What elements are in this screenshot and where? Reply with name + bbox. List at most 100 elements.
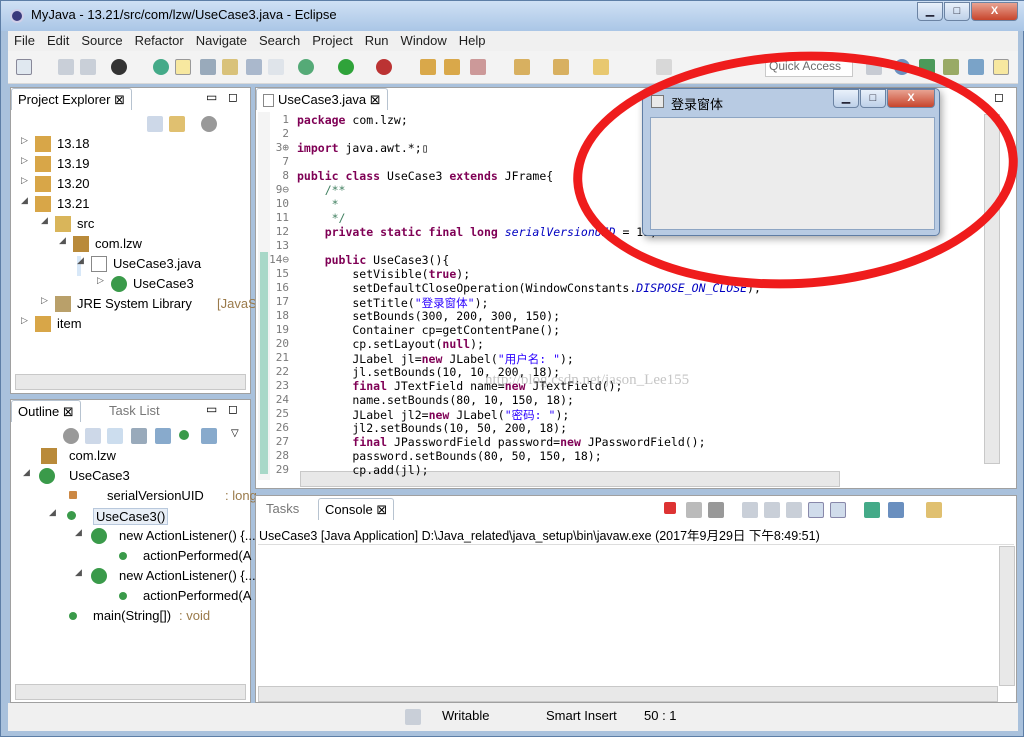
java-perspective-icon[interactable] xyxy=(993,59,1009,75)
code-line[interactable]: password.setBounds(80, 50, 150, 18); xyxy=(297,449,601,463)
code-line[interactable]: setDefaultCloseOperation(WindowConstants… xyxy=(297,281,761,295)
open-project-icon[interactable] xyxy=(420,59,436,75)
explorer-horizontal-scrollbar[interactable] xyxy=(15,374,246,390)
menu-search[interactable]: Search xyxy=(253,31,306,48)
hide-static-icon[interactable] xyxy=(155,428,171,444)
open-console-icon[interactable] xyxy=(926,502,942,518)
code-line[interactable]: cp.setLayout(null); xyxy=(297,337,484,351)
minimize-button[interactable]: ▁ xyxy=(917,2,943,21)
menu-refactor[interactable]: Refactor xyxy=(129,31,190,48)
sort-icon[interactable] xyxy=(107,428,123,444)
menu-run[interactable]: Run xyxy=(359,31,395,48)
next-edit-icon[interactable] xyxy=(514,59,530,75)
block-select-icon[interactable] xyxy=(246,59,262,75)
scroll-lock-icon[interactable] xyxy=(764,502,780,518)
remove-all-icon[interactable] xyxy=(708,502,724,518)
search-icon[interactable] xyxy=(470,59,486,75)
code-line[interactable]: cp.add(jl); xyxy=(297,463,428,477)
collapse-all-icon[interactable] xyxy=(147,116,163,132)
eclipse-icon xyxy=(10,9,24,23)
file-usecase3-java[interactable]: ◢ UseCase3.java xyxy=(77,256,201,276)
run-icon[interactable] xyxy=(338,59,354,75)
line-number: 13 xyxy=(275,239,289,252)
tab-tasks[interactable]: Tasks xyxy=(260,498,305,520)
hide-local-types-icon[interactable] xyxy=(201,428,217,444)
display-console-icon[interactable] xyxy=(888,502,904,518)
save-all-icon[interactable] xyxy=(80,59,96,75)
menu-source[interactable]: Source xyxy=(75,31,128,48)
line-number: 11 xyxy=(275,211,289,224)
collapse-all-icon[interactable] xyxy=(85,428,101,444)
external-tools-icon[interactable] xyxy=(376,59,392,75)
maximize-button[interactable]: □ xyxy=(944,2,970,21)
line-number: 26 xyxy=(275,421,289,434)
pin-icon[interactable] xyxy=(153,59,169,75)
minimize-view-icon[interactable]: ▭ xyxy=(206,402,217,416)
git-perspective-icon[interactable] xyxy=(943,59,959,75)
line-number: 3⊕ xyxy=(275,141,289,154)
outline-tool-icon[interactable] xyxy=(63,428,79,444)
code-line[interactable]: public UseCase3(){ xyxy=(297,253,450,267)
link-editor-icon[interactable] xyxy=(169,116,185,132)
menu-edit[interactable]: Edit xyxy=(41,31,75,48)
debug-icon[interactable] xyxy=(298,59,314,75)
code-line[interactable]: public class UseCase3 extends JFrame{ xyxy=(297,169,553,183)
toggle-mark-icon[interactable] xyxy=(175,59,191,75)
menu-window[interactable]: Window xyxy=(395,31,453,48)
prev-edit-icon[interactable] xyxy=(553,59,569,75)
code-line[interactable]: jl2.setBounds(10, 50, 200, 18); xyxy=(297,421,567,435)
tab-task-list[interactable]: Task List xyxy=(103,400,166,422)
terminate-icon[interactable] xyxy=(664,502,676,514)
menu-navigate[interactable]: Navigate xyxy=(190,31,253,48)
menu-file[interactable]: File xyxy=(8,31,41,48)
minimize-view-icon[interactable]: ▭ xyxy=(206,90,217,104)
code-line[interactable]: */ xyxy=(297,211,346,225)
console-horizontal-scrollbar[interactable] xyxy=(258,686,998,702)
open-type-icon[interactable] xyxy=(444,59,460,75)
console-vertical-scrollbar[interactable] xyxy=(999,546,1015,686)
remove-launch-icon[interactable] xyxy=(686,502,702,518)
clear-console-icon[interactable] xyxy=(742,502,758,518)
project-explorer-tab-label: Project Explorer xyxy=(18,92,111,107)
show-whitespace-icon[interactable] xyxy=(268,59,284,75)
tab-project-explorer[interactable]: Project Explorer ⊠ xyxy=(11,88,132,110)
team-perspective-icon[interactable] xyxy=(968,59,984,75)
menu-project[interactable]: Project xyxy=(306,31,358,48)
hide-nonpublic-icon[interactable] xyxy=(179,430,189,440)
view-menu-icon[interactable]: ▽ xyxy=(231,428,239,439)
tab-console[interactable]: Console ⊠ xyxy=(318,498,395,520)
tab-outline[interactable]: Outline ⊠ xyxy=(11,400,81,422)
maximize-view-icon[interactable]: ◻ xyxy=(228,402,238,416)
code-line[interactable]: final JPasswordField password=new JPassw… xyxy=(297,435,705,449)
back-icon[interactable] xyxy=(593,59,609,75)
maximize-editor-icon[interactable]: ◻ xyxy=(994,90,1004,104)
new-icon[interactable] xyxy=(16,59,32,75)
forward-icon[interactable] xyxy=(656,59,672,75)
outline-horizontal-scrollbar[interactable] xyxy=(15,684,246,700)
code-line[interactable]: package com.lzw; xyxy=(297,113,408,127)
profile-icon[interactable] xyxy=(111,59,127,75)
view-menu-icon[interactable] xyxy=(201,116,217,132)
hide-fields-icon[interactable] xyxy=(131,428,147,444)
outline-tab-label: Outline xyxy=(18,404,60,419)
code-line[interactable]: name.setBounds(80, 10, 150, 18); xyxy=(297,393,574,407)
next-annotation-icon[interactable] xyxy=(222,59,238,75)
code-line[interactable]: * xyxy=(297,197,339,211)
pin-console-icon[interactable] xyxy=(864,502,880,518)
word-wrap-icon[interactable] xyxy=(786,502,802,518)
show-stdout-icon[interactable] xyxy=(808,502,824,518)
tab-usecase3-java[interactable]: UseCase3.java ⊠ xyxy=(256,88,388,110)
code-line[interactable]: setVisible(true); xyxy=(297,267,470,281)
code-line[interactable]: Container cp=getContentPane(); xyxy=(297,323,560,337)
show-stderr-icon[interactable] xyxy=(830,502,846,518)
code-line[interactable]: import java.awt.*;▯ xyxy=(297,141,429,155)
menu-help[interactable]: Help xyxy=(453,31,492,48)
code-line[interactable]: setBounds(300, 200, 300, 150); xyxy=(297,309,560,323)
code-line[interactable]: /** xyxy=(297,183,346,197)
save-icon[interactable] xyxy=(58,59,74,75)
maximize-view-icon[interactable]: ◻ xyxy=(228,90,238,104)
status-bar: Writable Smart Insert 50 : 1 xyxy=(8,703,1018,731)
close-button[interactable]: X xyxy=(971,2,1018,21)
search-annotation-icon[interactable] xyxy=(200,59,216,75)
menu-bar: File Edit Source Refactor Navigate Search Proj… xyxy=(8,31,1018,51)
